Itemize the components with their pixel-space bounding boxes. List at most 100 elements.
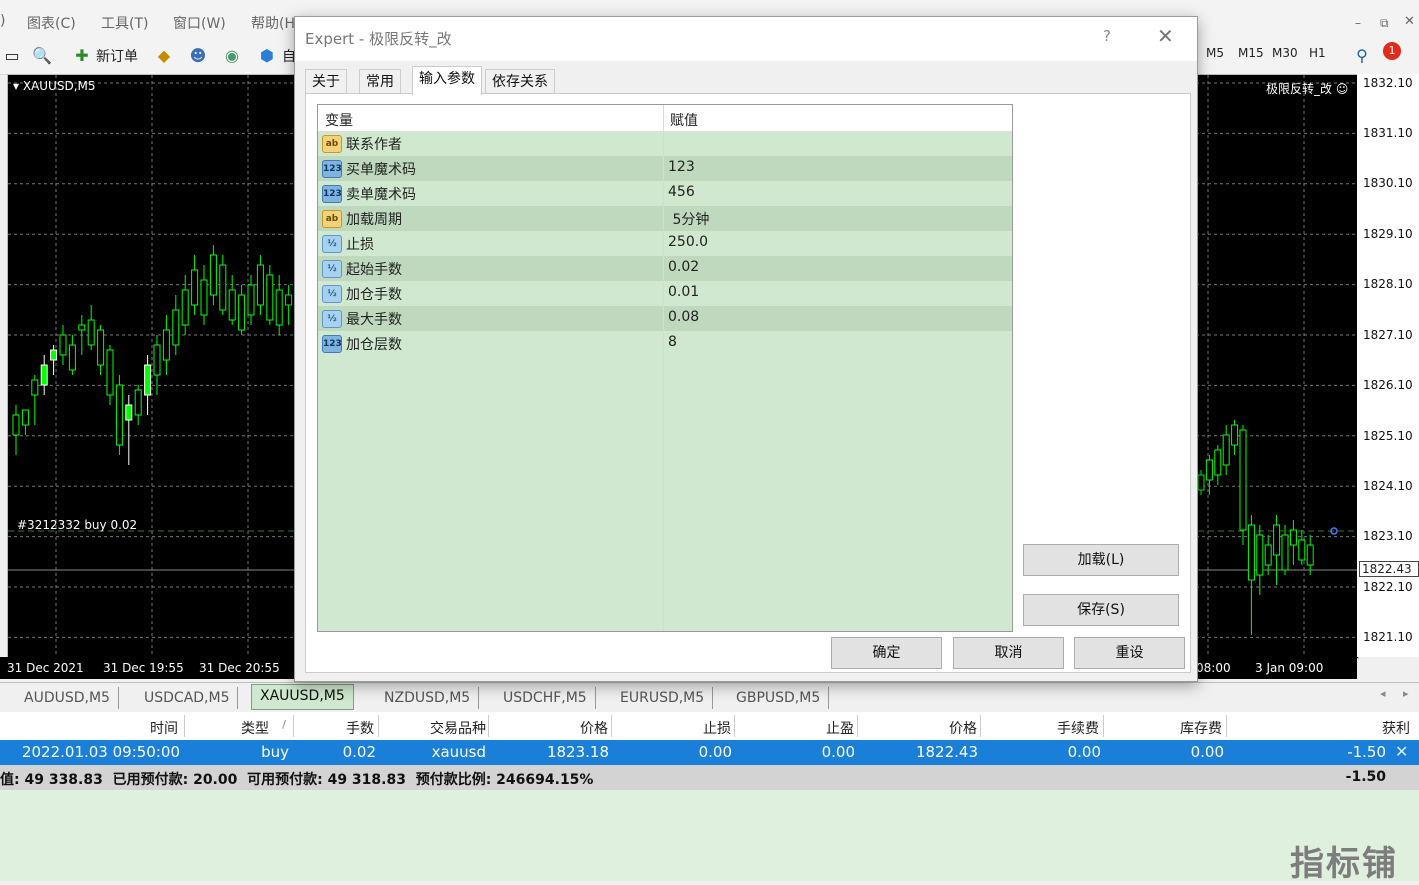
user-icon[interactable]: ☻	[186, 43, 210, 67]
minimize-icon[interactable]: –	[1355, 16, 1361, 30]
param-value[interactable]: 0.08	[668, 309, 699, 325]
load-button[interactable]: 加载(L)	[1023, 544, 1179, 576]
col-open-price[interactable]: 价格	[580, 718, 608, 738]
cell-lots: 0.02	[342, 743, 376, 761]
candle-body	[68, 344, 76, 371]
close-icon[interactable]: ✕	[1157, 24, 1174, 48]
smiley-icon: ☺	[1335, 82, 1349, 96]
close-order-icon[interactable]: ✕	[1395, 742, 1408, 761]
col-commission[interactable]: 手续费	[1057, 718, 1099, 738]
param-value[interactable]: 8	[668, 334, 677, 350]
new-order-label[interactable]: 新订单	[96, 46, 138, 66]
param-value[interactable]: 123	[668, 159, 695, 175]
time-tick: 31 Dec 19:55	[103, 661, 184, 675]
param-name: 买单魔术码	[346, 162, 416, 178]
param-value[interactable]: 5分钟	[668, 209, 709, 229]
chart-tab-usdchf[interactable]: USDCHF,M5	[495, 687, 596, 709]
notification-badge[interactable]: 1	[1383, 42, 1401, 60]
col-lots[interactable]: 手数	[346, 718, 374, 738]
timeframe-m30[interactable]: M30	[1272, 46, 1298, 60]
menu-help[interactable]: 帮助(H	[251, 13, 295, 33]
chart-tab-nzdusd[interactable]: NZDUSD,M5	[376, 687, 480, 709]
timeframe-m5[interactable]: M5	[1206, 46, 1224, 60]
auto-trading-icon[interactable]: ⬢	[255, 43, 279, 67]
double-type-icon: ½	[322, 310, 342, 328]
col-divider	[980, 715, 981, 737]
scroll-left-icon[interactable]: ◂	[1380, 687, 1386, 700]
price-tick: 1823.10	[1363, 529, 1413, 543]
signal-icon[interactable]: ◉	[220, 43, 244, 67]
menu-window[interactable]: 窗口(W)	[173, 13, 226, 33]
param-row[interactable]: 123 卖单魔术码 456	[318, 181, 1012, 206]
chart-tab-xauusd[interactable]: XAUUSD,M5	[251, 684, 354, 710]
param-value[interactable]: 456	[668, 184, 695, 200]
ok-button[interactable]: 确定	[831, 637, 942, 669]
col-divider	[184, 715, 185, 737]
candle-body	[1197, 474, 1205, 491]
param-name: 起始手数	[346, 262, 402, 278]
chart-symbol-dropdown[interactable]: ▾ XAUUSD,M5	[13, 79, 96, 93]
col-stop-loss[interactable]: 止损	[703, 718, 731, 738]
candle-body	[153, 344, 161, 376]
reset-button[interactable]: 重设	[1074, 637, 1185, 669]
timeframe-m15[interactable]: M15	[1238, 46, 1264, 60]
cell-type: buy	[261, 743, 289, 761]
time-tick: 08:00	[1196, 661, 1231, 675]
param-value[interactable]: 250.0	[668, 234, 708, 250]
param-row[interactable]: ab 联系作者	[318, 131, 1012, 156]
grid-header: 变量 赋值	[318, 105, 1012, 132]
param-row[interactable]: ½ 最大手数 0.08	[318, 306, 1012, 331]
param-row[interactable]: ½ 起始手数 0.02	[318, 256, 1012, 281]
tab-dependencies[interactable]: 依存关系	[485, 69, 555, 94]
col-swap[interactable]: 库存费	[1180, 718, 1222, 738]
col-time[interactable]: 时间	[150, 718, 178, 738]
zoom-icon[interactable]: 🔍	[30, 43, 54, 67]
table-row[interactable]: 2022.01.03 09:50:00 buy 0.02 xauusd 1823…	[0, 740, 1419, 765]
candle-body	[275, 289, 283, 326]
col-symbol[interactable]: 交易品种	[430, 718, 486, 738]
cancel-button[interactable]: 取消	[953, 637, 1064, 669]
param-row[interactable]: 123 加仓层数 8	[318, 331, 1012, 356]
col-divider	[1103, 715, 1104, 737]
chart-tab-audusd[interactable]: AUDUSD,M5	[16, 687, 119, 709]
candle-body	[238, 294, 246, 331]
menu-charts[interactable]: 图表(C)	[27, 13, 76, 33]
chart-tab-gbpusd[interactable]: GBPUSD,M5	[728, 687, 830, 709]
price-tick: 1821.10	[1363, 630, 1413, 644]
restore-icon[interactable]: ⧉	[1380, 16, 1389, 31]
chart-tab-eurusd[interactable]: EURUSD,M5	[612, 687, 714, 709]
menu-tools[interactable]: 工具(T)	[101, 13, 148, 33]
tab-about[interactable]: 关于	[305, 69, 347, 94]
metaeditor-icon[interactable]: ◆	[152, 43, 176, 67]
terminal-panel: 时间 类型 / 手数 交易品种 价格 止损 止盈 价格 手续费 库存费 获利 2…	[0, 712, 1419, 881]
param-value[interactable]: 0.01	[668, 284, 699, 300]
candle-body	[181, 289, 189, 326]
col-current-price[interactable]: 价格	[949, 718, 977, 738]
param-row[interactable]: ½ 加仓手数 0.01	[318, 281, 1012, 306]
scroll-right-icon[interactable]: ▸	[1403, 687, 1409, 700]
tab-inputs[interactable]: 输入参数	[412, 66, 482, 95]
col-divider	[378, 715, 379, 737]
col-profit[interactable]: 获利	[1382, 718, 1410, 738]
price-tick: 1832.10	[1363, 76, 1413, 90]
col-take-profit[interactable]: 止盈	[826, 718, 854, 738]
tab-common[interactable]: 常用	[359, 69, 401, 94]
timeframe-h1[interactable]: H1	[1309, 46, 1326, 60]
param-row[interactable]: 123 买单魔术码 123	[318, 156, 1012, 181]
col-type[interactable]: 类型	[241, 718, 269, 738]
param-row[interactable]: ½ 止损 250.0	[318, 231, 1012, 256]
candle-body	[106, 349, 114, 396]
chart-tab-usdcad[interactable]: USDCAD,M5	[136, 687, 239, 709]
window-icon[interactable]: ▭	[0, 43, 24, 67]
dialog-title: Expert - 极限反转_改	[305, 30, 452, 48]
close-window-icon[interactable]: ✕	[1404, 14, 1415, 29]
search-icon[interactable]: ⚲	[1350, 43, 1374, 67]
param-name: 最大手数	[346, 312, 402, 328]
help-button[interactable]: ?	[1103, 27, 1111, 45]
param-row[interactable]: ab 加载周期 5分钟	[318, 206, 1012, 231]
new-order-icon[interactable]: ✚	[70, 43, 94, 67]
header-value: 赋值	[670, 113, 698, 129]
save-button[interactable]: 保存(S)	[1023, 594, 1179, 626]
price-tick: 1822.10	[1363, 580, 1413, 594]
param-value[interactable]: 0.02	[668, 259, 699, 275]
